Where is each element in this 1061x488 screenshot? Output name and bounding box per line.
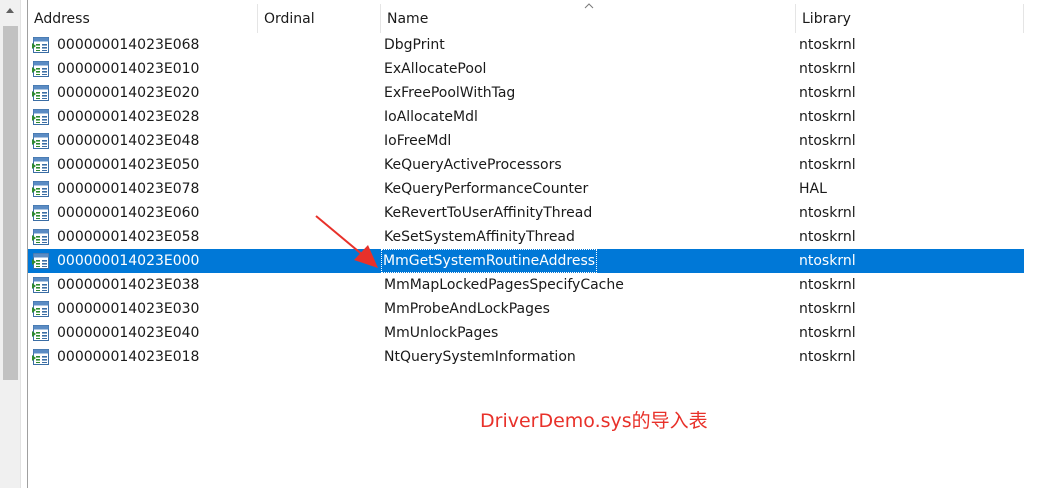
import-function-icon [32,36,50,54]
cell-library: ntoskrnl [799,109,856,125]
cell-library: ntoskrnl [799,277,856,293]
table-row[interactable]: 000000014023E050 KeQueryActiveProcessors n… [28,153,1024,177]
import-function-icon [32,60,50,78]
annotation-arrow-icon [315,215,378,268]
cell-library: ntoskrnl [799,301,856,317]
cell-address: 000000014023E010 [57,61,200,77]
import-function-icon [32,252,50,270]
cell-name: MmMapLockedPagesSpecifyCache [384,277,624,293]
table-row[interactable]: 000000014023E010 ExAllocatePool ntoskrnl [28,57,1024,81]
cell-name: DbgPrint [384,37,445,53]
import-function-icon [32,276,50,294]
cell-address: 000000014023E000 [57,253,200,269]
cell-address: 000000014023E040 [57,325,200,341]
cell-address: 000000014023E038 [57,277,200,293]
cell-address: 000000014023E048 [57,133,200,149]
table-row[interactable]: 000000014023E058 KeSetSystemAffinityThrea… [28,225,1024,249]
cell-library: ntoskrnl [799,229,856,245]
cell-name: ExFreePoolWithTag [384,85,516,101]
vertical-scrollbar[interactable] [0,0,21,488]
table-row[interactable]: 000000014023E048 IoFreeMdl ntoskrnl [28,129,1024,153]
cell-library: ntoskrnl [799,85,856,101]
cell-library: ntoskrnl [799,253,856,269]
cell-address: 000000014023E078 [57,181,200,197]
column-header-bar: Address Ordinal Name Library [28,0,1061,33]
column-divider[interactable] [1023,4,1024,33]
table-row[interactable]: 000000014023E038 MmMapLockedPagesSpecifyC… [28,273,1024,297]
cell-library: ntoskrnl [799,205,856,221]
cell-library: ntoskrnl [799,157,856,173]
table-row[interactable]: 000000014023E040 MmUnlockPages ntoskrnl [28,321,1024,345]
import-function-icon [32,348,50,366]
table-row[interactable]: 000000014023E018 NtQuerySystemInformation… [28,345,1024,369]
cell-address: 000000014023E060 [57,205,200,221]
cell-name: IoAllocateMdl [384,109,478,125]
column-header-ordinal[interactable]: Ordinal [258,0,381,33]
cell-name: NtQuerySystemInformation [384,349,576,365]
cell-name: MmProbeAndLockPages [384,301,550,317]
import-function-icon [32,108,50,126]
cell-address: 000000014023E068 [57,37,200,53]
sort-ascending-icon [584,3,594,9]
cell-name: KeQueryPerformanceCounter [384,181,589,197]
import-function-icon [32,204,50,222]
cell-name: KeRevertToUserAffinityThread [384,205,593,221]
cell-name: ExAllocatePool [384,61,487,77]
table-row[interactable]: 000000014023E068 DbgPrint ntoskrnl [28,33,1024,57]
cell-library: ntoskrnl [799,133,856,149]
cell-name: KeQueryActiveProcessors [384,157,562,173]
column-header-library[interactable]: Library [796,0,1024,33]
import-function-icon [32,156,50,174]
cell-address: 000000014023E020 [57,85,200,101]
cell-name: MmUnlockPages [384,325,499,341]
annotation-caption: DriverDemo.sys的导入表 [480,410,708,432]
table-row[interactable]: 000000014023E030 MmProbeAndLockPages ntosk… [28,297,1024,321]
column-header-address[interactable]: Address [28,0,258,33]
scrollbar-thumb[interactable] [3,26,18,380]
scroll-up-arrow-icon[interactable] [6,8,14,13]
table-row[interactable]: 000000014023E028 IoAllocateMdl ntoskrnl [28,105,1024,129]
cell-library: HAL [799,181,827,197]
import-function-icon [32,132,50,150]
table-row[interactable]: 000000014023E060 KeRevertToUserAffinityTh… [28,201,1024,225]
import-function-icon [32,180,50,198]
import-function-icon [32,84,50,102]
cell-address: 000000014023E028 [57,109,200,125]
cell-library: ntoskrnl [799,37,856,53]
table-row-selected[interactable]: 000000014023E000 MmGetSystemRoutineAddres… [28,249,1024,273]
cell-name: MmGetSystemRoutineAddress [381,249,598,273]
cell-name: IoFreeMdl [384,133,452,149]
cell-address: 000000014023E018 [57,349,200,365]
import-function-icon [32,300,50,318]
table-row[interactable]: 000000014023E020 ExFreePoolWithTag ntoskrn… [28,81,1024,105]
cell-address: 000000014023E050 [57,157,200,173]
cell-name: KeSetSystemAffinityThread [384,229,575,245]
import-rows: 000000014023E068 DbgPrint ntoskrnl 0000000… [28,33,1061,369]
cell-library: ntoskrnl [799,61,856,77]
cell-library: ntoskrnl [799,349,856,365]
cell-library: ntoskrnl [799,325,856,341]
import-function-icon [32,228,50,246]
cell-address: 000000014023E058 [57,229,200,245]
import-function-icon [32,324,50,342]
cell-address: 000000014023E030 [57,301,200,317]
table-row[interactable]: 000000014023E078 KeQueryPerformanceCounte… [28,177,1024,201]
